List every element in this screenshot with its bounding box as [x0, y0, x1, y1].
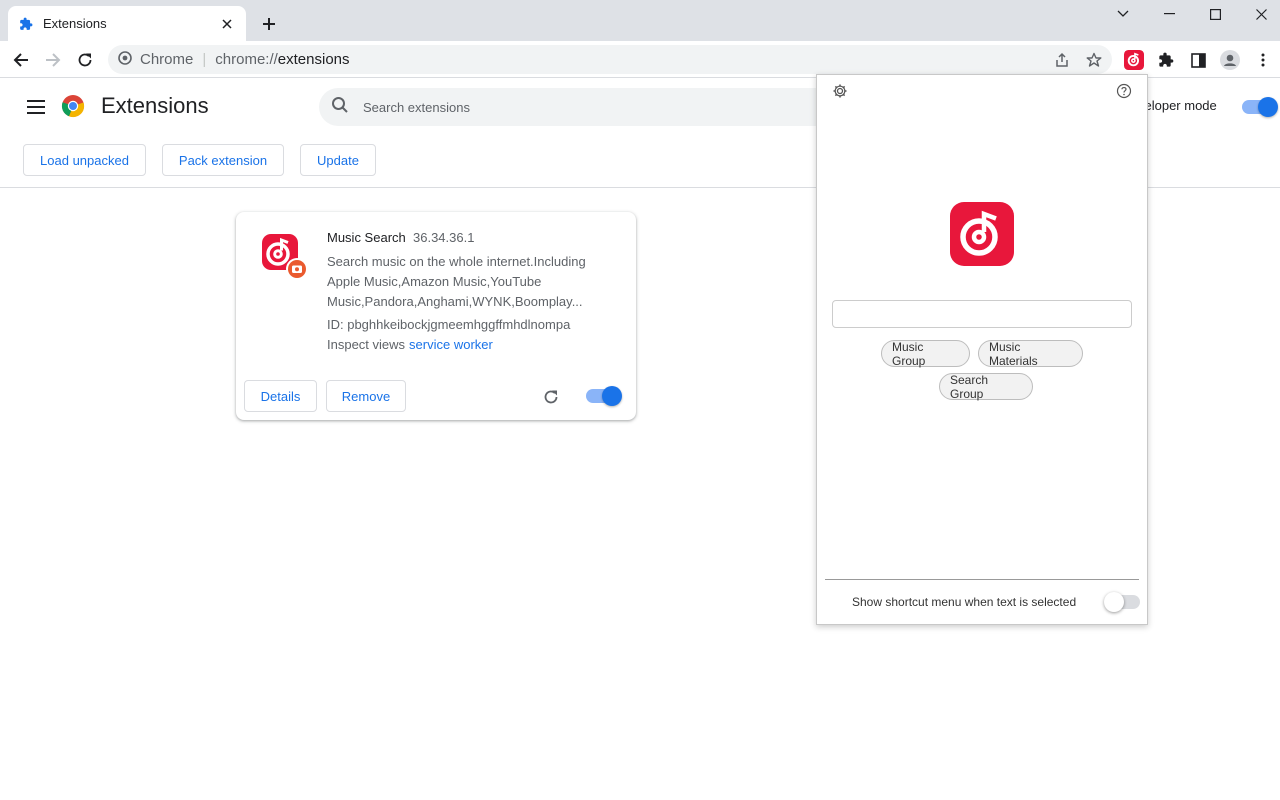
extension-description: Search music on the whole internet.Inclu…: [327, 254, 586, 309]
omnibox-url-scheme: chrome://: [215, 51, 278, 68]
toggle-knob: [1258, 97, 1278, 117]
search-icon: [331, 96, 349, 119]
details-button[interactable]: Details: [244, 380, 317, 412]
star-icon[interactable]: [1080, 46, 1108, 74]
chrome-logo-icon: [61, 94, 85, 118]
load-unpacked-button[interactable]: Load unpacked: [23, 144, 146, 176]
kebab-menu-icon[interactable]: [1249, 46, 1277, 74]
remove-button[interactable]: Remove: [326, 380, 406, 412]
share-icon[interactable]: [1048, 46, 1076, 74]
tab-title: Extensions: [43, 16, 107, 31]
extension-id: ID: pbghhkeibockjgmeemhggffmhdlnompa: [327, 317, 571, 332]
gear-icon[interactable]: [832, 83, 848, 99]
plus-icon[interactable]: [258, 13, 280, 35]
music-search-toolbar-icon[interactable]: [1120, 46, 1148, 74]
back-arrow-icon[interactable]: [7, 46, 35, 74]
puzzle-icon: [18, 16, 34, 32]
toggle-knob: [1104, 592, 1124, 612]
help-icon[interactable]: [1116, 83, 1132, 99]
page-title: Extensions: [101, 93, 209, 118]
omnibox-url: chrome://extensions: [215, 51, 349, 68]
extension-enabled-toggle[interactable]: [586, 386, 622, 406]
hamburger-icon[interactable]: [24, 95, 48, 119]
inspect-views-label: Inspect views: [327, 337, 406, 352]
close-icon[interactable]: [218, 15, 236, 33]
extensions-puzzle-icon[interactable]: [1152, 46, 1180, 74]
popup-search-input[interactable]: [832, 300, 1132, 328]
reload-extension-icon[interactable]: [542, 388, 560, 406]
developer-mode-label: veloper mode: [1138, 98, 1217, 113]
tab-search-chevron-icon[interactable]: [1100, 0, 1146, 28]
chip-music-group[interactable]: Music Group: [881, 340, 970, 368]
minimize-icon[interactable]: [1146, 0, 1192, 28]
chrome-site-icon: [118, 50, 132, 69]
chip-music-materials[interactable]: Music Materials: [978, 340, 1083, 368]
shortcut-menu-toggle[interactable]: [1104, 592, 1140, 612]
tab-extensions[interactable]: Extensions: [8, 6, 246, 41]
search-extensions-box[interactable]: [319, 88, 879, 126]
browser-toolbar: Chrome | chrome://extensions: [0, 41, 1280, 78]
omnibox-site-label: Chrome: [140, 51, 194, 68]
window-close-icon[interactable]: [1238, 0, 1280, 28]
extension-popup: Music Group Music Materials Search Group…: [816, 74, 1148, 625]
omnibox-separator: |: [202, 51, 207, 68]
omnibox-url-path: extensions: [277, 51, 350, 68]
extension-card: Music Search 36.34.36.1 Search music on …: [236, 212, 636, 420]
side-panel-icon[interactable]: [1184, 46, 1212, 74]
reload-icon[interactable]: [71, 46, 99, 74]
extension-card-footer: Details Remove: [236, 372, 636, 420]
tab-strip: Extensions: [0, 0, 1280, 41]
chip-search-group[interactable]: Search Group: [939, 373, 1033, 401]
shortcut-menu-label: Show shortcut menu when text is selected: [852, 595, 1077, 609]
search-input[interactable]: [363, 99, 763, 115]
address-bar[interactable]: Chrome | chrome://extensions: [108, 45, 1112, 74]
extension-name: Music Search: [327, 230, 406, 245]
toggle-knob: [602, 386, 622, 406]
inspect-views: Inspect views service worker: [327, 337, 493, 352]
service-worker-link[interactable]: service worker: [409, 337, 493, 352]
maximize-icon[interactable]: [1192, 0, 1238, 28]
developer-mode-toggle[interactable]: [1242, 97, 1278, 117]
forward-arrow-icon[interactable]: [39, 46, 67, 74]
music-search-logo-icon: [950, 202, 1014, 266]
music-search-logo-icon: [260, 232, 308, 280]
profile-icon[interactable]: [1216, 46, 1244, 74]
extension-version: 36.34.36.1: [413, 230, 475, 245]
popup-divider: [825, 579, 1139, 580]
pack-extension-button[interactable]: Pack extension: [162, 144, 284, 176]
update-button[interactable]: Update: [300, 144, 376, 176]
